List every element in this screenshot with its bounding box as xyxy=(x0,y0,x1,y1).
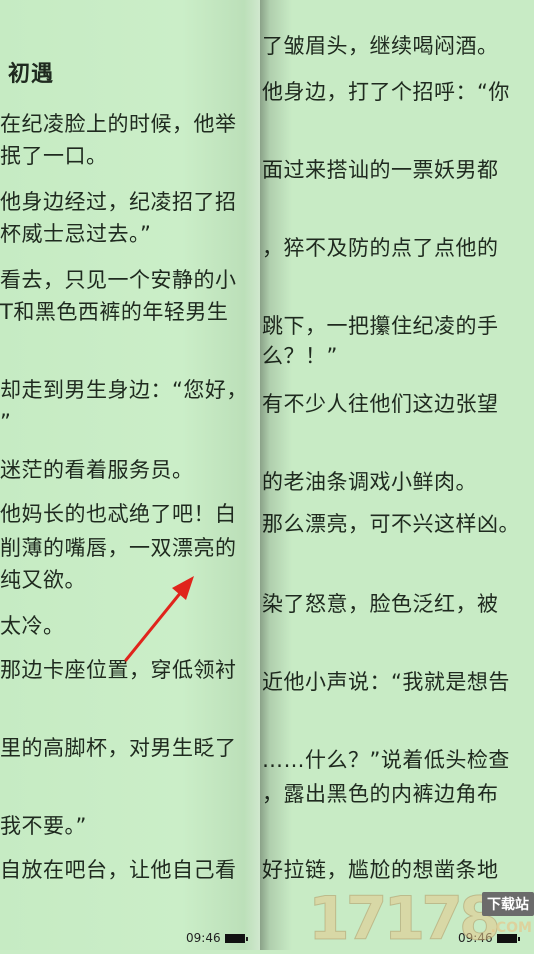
background-text-line: ，猝不及防的点了点他的 xyxy=(262,236,499,260)
page-text-line: 却走到男生身边：“您好， xyxy=(0,378,248,402)
background-text-line: 染了怒意，脸色泛红，被 xyxy=(262,592,499,616)
page-text-line: 太冷。 xyxy=(0,614,65,638)
page-text-line: 杯威士忌过去。” xyxy=(0,222,152,246)
battery-icon xyxy=(224,933,248,943)
page-text-line: 抿了一口。 xyxy=(0,144,108,168)
page-curl-shadow xyxy=(258,0,292,950)
status-bar: 09:46 xyxy=(186,930,248,946)
page-text-line: 在纪凌脸上的时候，他举 xyxy=(0,112,237,136)
page-text-line: 迷茫的看着服务员。 xyxy=(0,458,194,482)
background-text-line: 了皱眉头，继续喝闷酒。 xyxy=(262,34,499,58)
page-text-line: 自放在吧台，让他自己看 xyxy=(0,858,237,882)
background-text-line: 面过来搭讪的一票妖男都 xyxy=(262,158,499,182)
background-text-line: ，露出黑色的内裤边角布 xyxy=(262,782,499,806)
watermark-digits: 17178 xyxy=(308,884,502,954)
page-edge-highlight xyxy=(244,0,260,950)
turning-page[interactable]: 初遇 在纪凌脸上的时候，他举 抿了一口。他身边经过，纪凌招了招 杯威士忌过去。” 看去… xyxy=(0,0,260,950)
page-text-line: 里的高脚杯，对男生眨了 xyxy=(0,736,237,760)
watermark-logo: 17178 下载站 .COM xyxy=(308,884,534,954)
chapter-title: 初遇 xyxy=(8,62,55,87)
page-text-line: T和黑色西裤的年轻男生 xyxy=(0,300,229,324)
background-text-line: 有不少人往他们这边张望 xyxy=(262,392,499,416)
background-text-line: 的老油条调戏小鲜肉。 xyxy=(262,470,477,494)
page-text-line: 看去，只见一个安静的小 xyxy=(0,268,237,292)
background-text-line: 那么漂亮，可不兴这样凶。 xyxy=(262,512,520,536)
background-text-line: 近他小声说：“我就是想告 xyxy=(262,670,510,694)
background-text-line: 跳下，一把攥住纪凌的手 xyxy=(262,314,499,338)
status-time: 09:46 xyxy=(186,931,221,945)
page-text-line: 纯又欲。 xyxy=(0,568,86,592)
page-text-line: 他妈长的也忒绝了吧！白 xyxy=(0,502,237,526)
background-text-line: 他身边，打了个招呼：“你 xyxy=(262,80,510,104)
page-text-line: ” xyxy=(0,410,12,434)
page-text-line: 削薄的嘴唇，一双漂亮的 xyxy=(0,536,237,560)
page-text-line: 他身边经过，纪凌招了招 xyxy=(0,190,237,214)
watermark-suffix: .COM xyxy=(490,920,532,936)
page-text-line: 那边卡座位置，穿低领衬 xyxy=(0,658,237,682)
page-text-line: 我不要。” xyxy=(0,814,87,838)
background-text-line: 好拉链，尴尬的想凿条地 xyxy=(262,858,499,882)
background-text-line: ……什么？”说着低头检查 xyxy=(262,748,510,772)
watermark-badge: 下载站 xyxy=(482,892,534,916)
